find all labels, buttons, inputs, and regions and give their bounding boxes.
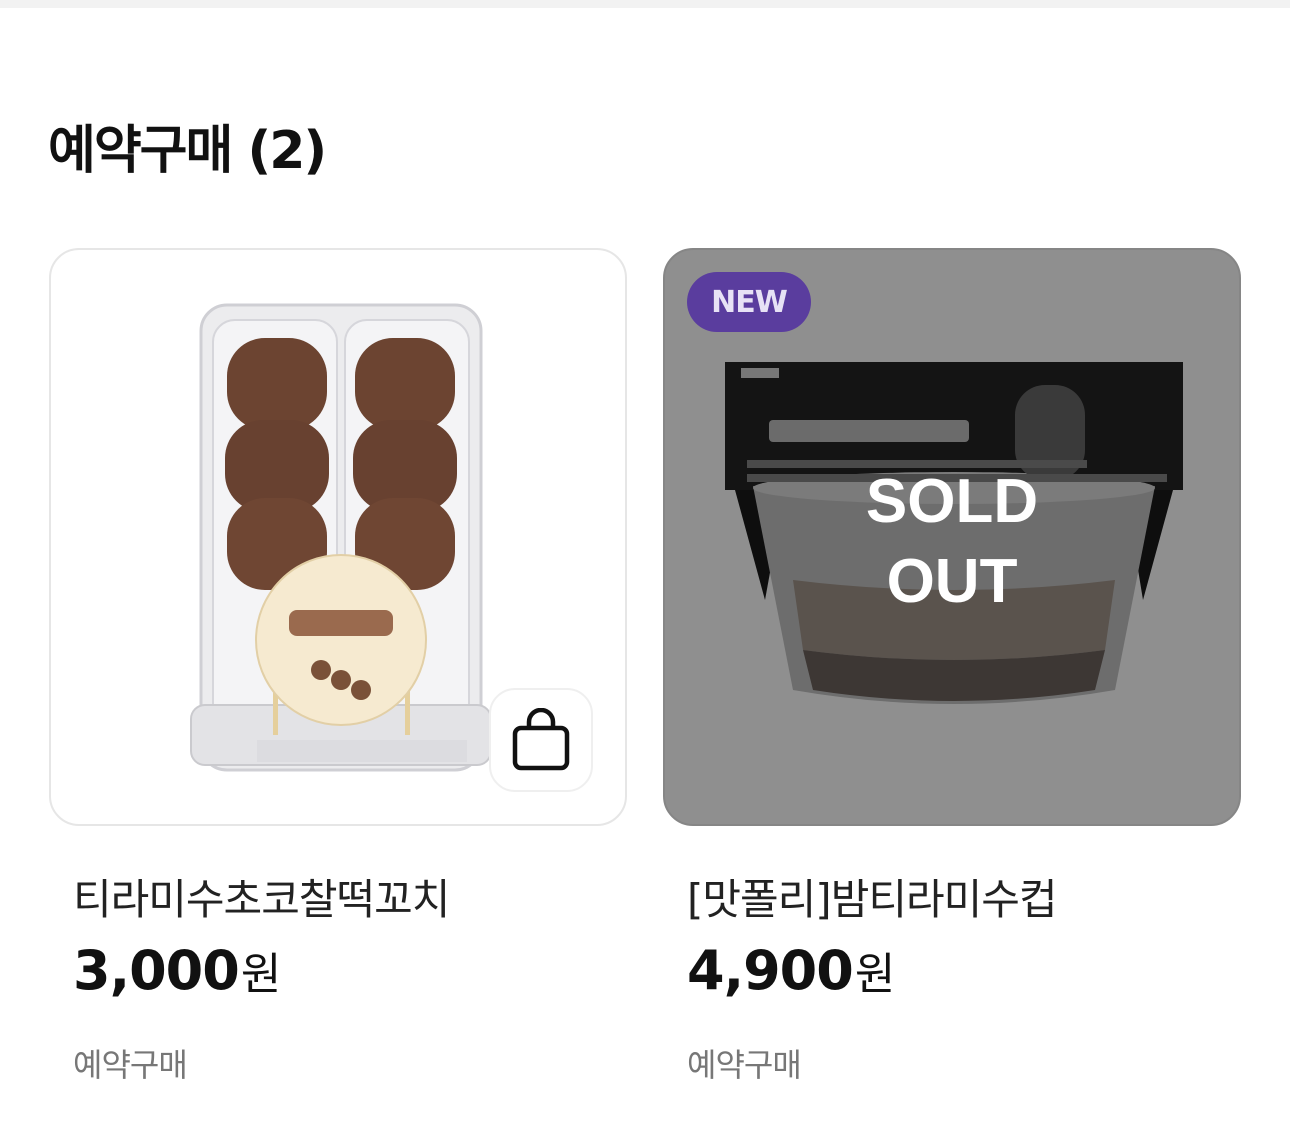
product-price: 3,000원 — [73, 938, 281, 1002]
price-unit: 원 — [854, 949, 895, 1000]
price-value: 3,000 — [73, 939, 240, 1002]
top-divider — [0, 0, 1290, 8]
sold-out-text-line2: OUT — [886, 547, 1018, 616]
product-name[interactable]: 티라미수초코찰떡꼬치 — [73, 866, 450, 927]
price-unit: 원 — [240, 949, 281, 1000]
product-name[interactable]: [맛폴리]밤티라미수컵 — [687, 866, 1058, 927]
purchase-type-label: 예약구매 — [687, 1046, 802, 1084]
new-badge: NEW — [687, 272, 811, 332]
add-to-cart-button[interactable] — [489, 688, 593, 792]
sold-out-text-line1: SOLD — [865, 467, 1039, 536]
product-card[interactable]: 티라미수초코찰떡꼬치 3,000원 예약구매 — [49, 248, 627, 1084]
price-value: 4,900 — [687, 939, 854, 1002]
product-card[interactable]: NEW SOLD OUT [맛폴리]밤티라미수컵 4,900원 예약구매 — [663, 248, 1241, 1084]
sold-out-overlay: SOLD OUT — [665, 462, 1239, 622]
product-image[interactable] — [49, 248, 627, 826]
shopping-bag-icon — [512, 708, 570, 771]
product-image[interactable]: NEW SOLD OUT — [663, 248, 1241, 826]
purchase-type-label: 예약구매 — [73, 1046, 188, 1084]
section-title: 예약구매 (2) — [48, 121, 327, 181]
product-price: 4,900원 — [687, 938, 895, 1002]
